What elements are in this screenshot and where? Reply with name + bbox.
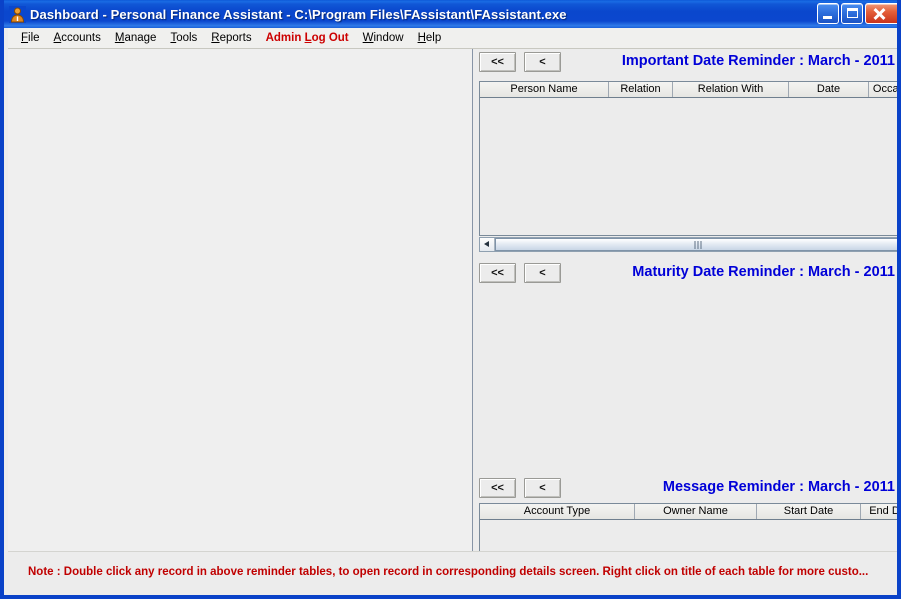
panel-header-maturity-date-reminder: << < Maturity Date Reminder : March - 2011 <box>476 260 897 290</box>
panel-important-date-reminder: << < Important Date Reminder : March - 201… <box>476 49 897 252</box>
table-header-row[interactable]: Person Name Relation Relation With Date Occa… <box>480 82 897 98</box>
first-page-button-message-reminder[interactable]: << <box>479 478 516 498</box>
menu-item-manage[interactable]: Manage <box>108 30 164 47</box>
previous-page-button-important-date-reminder[interactable]: < <box>524 52 561 72</box>
panel-header-important-date-reminder: << < Important Date Reminder : March - 201… <box>476 49 897 79</box>
menu-item-reports[interactable]: Reports <box>204 30 258 47</box>
content-area: << < Important Date Reminder : March - 201… <box>8 49 897 595</box>
menu-item-admin-log-out[interactable]: Admin Log Out <box>259 30 356 47</box>
mnemonic: W <box>362 31 374 44</box>
minimize-icon <box>823 16 832 19</box>
table-important-date-reminder[interactable]: Person Name Relation Relation With Date Occa… <box>479 81 897 236</box>
minimize-button[interactable] <box>817 3 839 24</box>
column-header-person-name[interactable]: Person Name <box>480 82 609 97</box>
close-button[interactable] <box>865 3 897 24</box>
left-empty-pane <box>8 49 472 551</box>
scrollbar-grip-icon <box>694 241 701 249</box>
mnemonic: T <box>170 31 177 44</box>
footer-note-bar: Note : Double click any record in above … <box>8 551 897 595</box>
application-window: Dashboard - Personal Finance Assistant -… <box>0 0 901 599</box>
menu-item-file[interactable]: File <box>14 30 47 47</box>
column-header-relation-with[interactable]: Relation With <box>673 82 789 97</box>
panel-maturity-date-reminder: << < Maturity Date Reminder : March - 2011… <box>476 260 897 595</box>
previous-page-button-message-reminder[interactable]: < <box>524 478 561 498</box>
maximize-button[interactable] <box>841 3 863 24</box>
menu-item-window[interactable]: Window <box>356 30 411 47</box>
mnemonic: M <box>114 31 125 44</box>
scroll-left-arrow-icon[interactable] <box>480 238 495 251</box>
mnemonic: R <box>211 31 220 44</box>
scrollbar-thumb[interactable] <box>495 238 897 251</box>
mnemonic: L <box>304 31 312 44</box>
menu-item-help[interactable]: Help <box>411 30 449 47</box>
window-title: Dashboard - Personal Finance Assistant -… <box>30 6 567 22</box>
menu-item-tools[interactable]: Tools <box>163 30 204 47</box>
window-controls <box>817 3 897 24</box>
table-header-row[interactable]: Account Type Owner Name Start Date End D <box>480 504 897 520</box>
column-header-owner-name[interactable]: Owner Name <box>635 504 757 519</box>
note-text: Note : Double click any record in above … <box>28 566 869 578</box>
maximize-icon <box>847 8 858 18</box>
mnemonic: A <box>53 31 62 44</box>
column-header-date[interactable]: Date <box>789 82 869 97</box>
scrollbar-track[interactable] <box>495 238 897 251</box>
mnemonic: H <box>417 31 426 44</box>
reminders-pane: << < Important Date Reminder : March - 201… <box>476 49 897 595</box>
user-person-icon <box>9 5 26 23</box>
table-body-important-date-reminder[interactable] <box>480 98 897 235</box>
horizontal-scrollbar-important-date-reminder[interactable] <box>479 237 897 252</box>
column-header-account-type[interactable]: Account Type <box>480 504 635 519</box>
mnemonic: F <box>21 31 29 44</box>
first-page-button-maturity-date-reminder[interactable]: << <box>479 263 516 283</box>
column-header-occas[interactable]: Occas <box>869 82 897 97</box>
column-header-relation[interactable]: Relation <box>609 82 673 97</box>
menu-bar: File Accounts Manage Tools Reports Admin Log … <box>8 28 897 49</box>
previous-page-button-maturity-date-reminder[interactable]: < <box>524 263 561 283</box>
first-page-button-important-date-reminder[interactable]: << <box>479 52 516 72</box>
column-header-end-d[interactable]: End D <box>861 504 897 519</box>
panel-title-important-date-reminder: Important Date Reminder : March - 2011 <box>621 53 895 69</box>
column-header-start-date[interactable]: Start Date <box>757 504 861 519</box>
panel-header-message-reminder: << < Message Reminder : March - 2011 <box>476 475 897 505</box>
menu-item-accounts[interactable]: Accounts <box>47 30 108 47</box>
panel-title-maturity-date-reminder: Maturity Date Reminder : March - 2011 <box>632 264 895 280</box>
panel-title-message-reminder: Message Reminder : March - 2011 <box>662 479 895 495</box>
title-bar: Dashboard - Personal Finance Assistant -… <box>4 0 897 28</box>
panel-message-reminder: <<<Message Reminder : March - 2011Remind… <box>476 475 897 505</box>
